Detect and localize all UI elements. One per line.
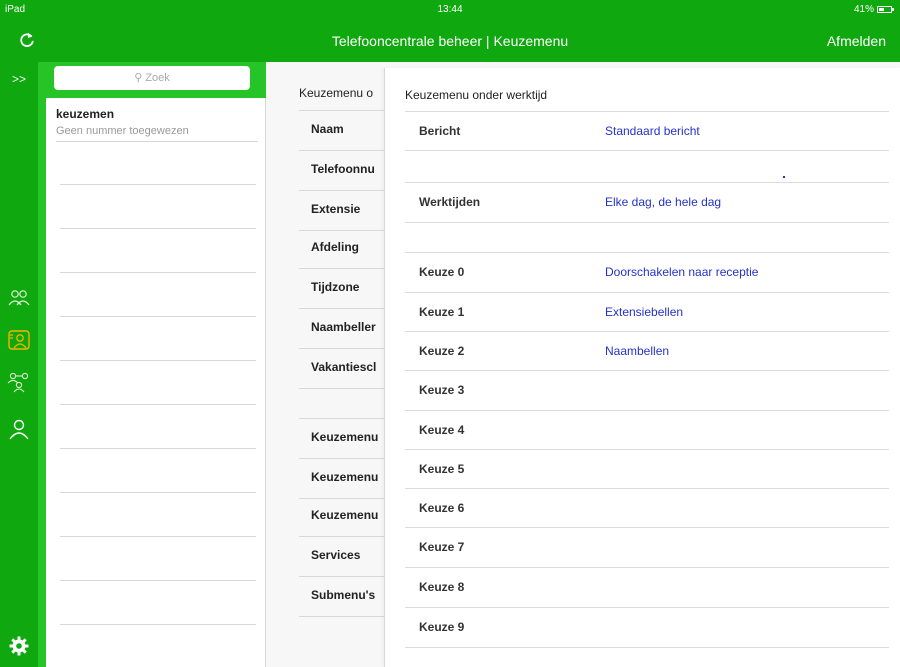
detail-row-telefoonnummer[interactable]: Telefoonnu	[299, 150, 389, 190]
detail-row-extensie[interactable]: Extensie	[299, 190, 389, 230]
battery-status: 41%	[853, 4, 894, 15]
org-chart-icon[interactable]	[7, 370, 31, 394]
detail-row-keuzemenu-3[interactable]: Keuzemenu	[299, 496, 389, 536]
search-icon: ⚲	[134, 72, 143, 84]
panel-row-keuze-5[interactable]: Keuze 5	[405, 449, 889, 489]
value-link[interactable]: Doorschakelen naar receptie	[605, 265, 758, 279]
panel-row-keuze-4[interactable]: Keuze 4	[405, 410, 889, 450]
detail-row-services[interactable]: Services	[299, 536, 389, 576]
menu-panel: Keuzemenu onder werktijd Bericht Standaa…	[384, 68, 900, 667]
list-separator	[60, 228, 256, 229]
list-item-subtitle: Geen nummer toegewezen	[56, 125, 189, 137]
status-bar: iPad 13:44 41%	[0, 0, 900, 20]
side-rail: >>	[0, 62, 38, 667]
detail-separator	[299, 616, 389, 617]
panel-row-keuze-0[interactable]: Keuze 0 Doorschakelen naar receptie	[405, 252, 889, 292]
phone-contact-icon[interactable]	[7, 328, 31, 352]
value-link[interactable]: Naambellen	[605, 344, 669, 358]
value-link[interactable]: Extensiebellen	[605, 305, 683, 319]
gear-icon[interactable]	[9, 636, 29, 656]
panel-separator	[405, 647, 889, 648]
list-separator	[60, 272, 256, 273]
panel-row-keuze-1[interactable]: Keuze 1 Extensiebellen	[405, 292, 889, 332]
battery-icon	[877, 6, 894, 13]
panel-row-keuze-6[interactable]: Keuze 6	[405, 488, 889, 528]
blue-dot	[783, 176, 785, 178]
panel-title: Keuzemenu onder werktijd	[405, 88, 548, 102]
list-separator	[60, 316, 256, 317]
panel-row-keuze-3[interactable]: Keuze 3	[405, 370, 889, 410]
panel-row-werktijden[interactable]: Werktijden Elke dag, de hele dag	[405, 182, 889, 222]
nav-bar: Telefooncentrale beheer | Keuzemenu Afme…	[0, 20, 900, 62]
list-separator	[60, 624, 256, 625]
detail-row-afdeling[interactable]: Afdeling	[299, 228, 389, 268]
detail-row-tijdzone[interactable]: Tijdzone	[299, 268, 389, 308]
detail-separator	[299, 388, 389, 389]
detail-row-submenus[interactable]: Submenu's	[299, 576, 389, 616]
list-separator	[60, 184, 256, 185]
users-group-icon[interactable]	[7, 286, 31, 310]
panel-row-keuze-8[interactable]: Keuze 8	[405, 567, 889, 607]
panel-row-keuze-9[interactable]: Keuze 9	[405, 607, 889, 647]
value-link[interactable]: Elke dag, de hele dag	[605, 195, 721, 209]
rail-divider	[38, 62, 46, 667]
search-placeholder: Zoek	[145, 72, 170, 84]
detail-row-vakantieschema[interactable]: Vakantiescl	[299, 348, 389, 388]
panel-row-bericht[interactable]: Bericht Standaard bericht	[405, 111, 889, 151]
list-separator	[60, 580, 256, 581]
list-separator	[60, 448, 256, 449]
detail-header: Keuzemenu o	[299, 86, 374, 100]
list-item[interactable]: keuzemen Geen nummer toegewezen	[46, 98, 266, 142]
search-bar: ⚲ Zoek	[46, 62, 266, 98]
detail-row-naambellen[interactable]: Naambeller	[299, 308, 389, 348]
list-separator	[60, 492, 256, 493]
detail-row-keuzemenu-1[interactable]: Keuzemenu	[299, 418, 389, 458]
logout-button[interactable]: Afmelden	[827, 33, 886, 49]
list-separator	[56, 141, 258, 142]
value-link[interactable]: Standaard bericht	[605, 124, 700, 138]
panel-separator	[405, 222, 889, 223]
search-input[interactable]: ⚲ Zoek	[54, 66, 250, 90]
panel-separator	[405, 150, 889, 151]
list-item-title: keuzemen	[56, 107, 115, 121]
single-user-icon[interactable]	[7, 417, 31, 441]
list-separator	[60, 404, 256, 405]
list-pane: ⚲ Zoek keuzemen Geen nummer toegewezen	[46, 62, 266, 667]
panel-row-keuze-2[interactable]: Keuze 2 Naambellen	[405, 331, 889, 371]
detail-row-naam[interactable]: Naam	[299, 110, 389, 150]
list-separator	[60, 360, 256, 361]
battery-percent: 41%	[853, 4, 874, 15]
clock: 13:44	[437, 4, 463, 15]
expand-button[interactable]: >>	[0, 72, 38, 86]
panel-row-keuze-7[interactable]: Keuze 7	[405, 527, 889, 567]
list-separator	[60, 536, 256, 537]
page-title: Telefooncentrale beheer | Keuzemenu	[331, 33, 569, 49]
detail-row-keuzemenu-2[interactable]: Keuzemenu	[299, 458, 389, 498]
